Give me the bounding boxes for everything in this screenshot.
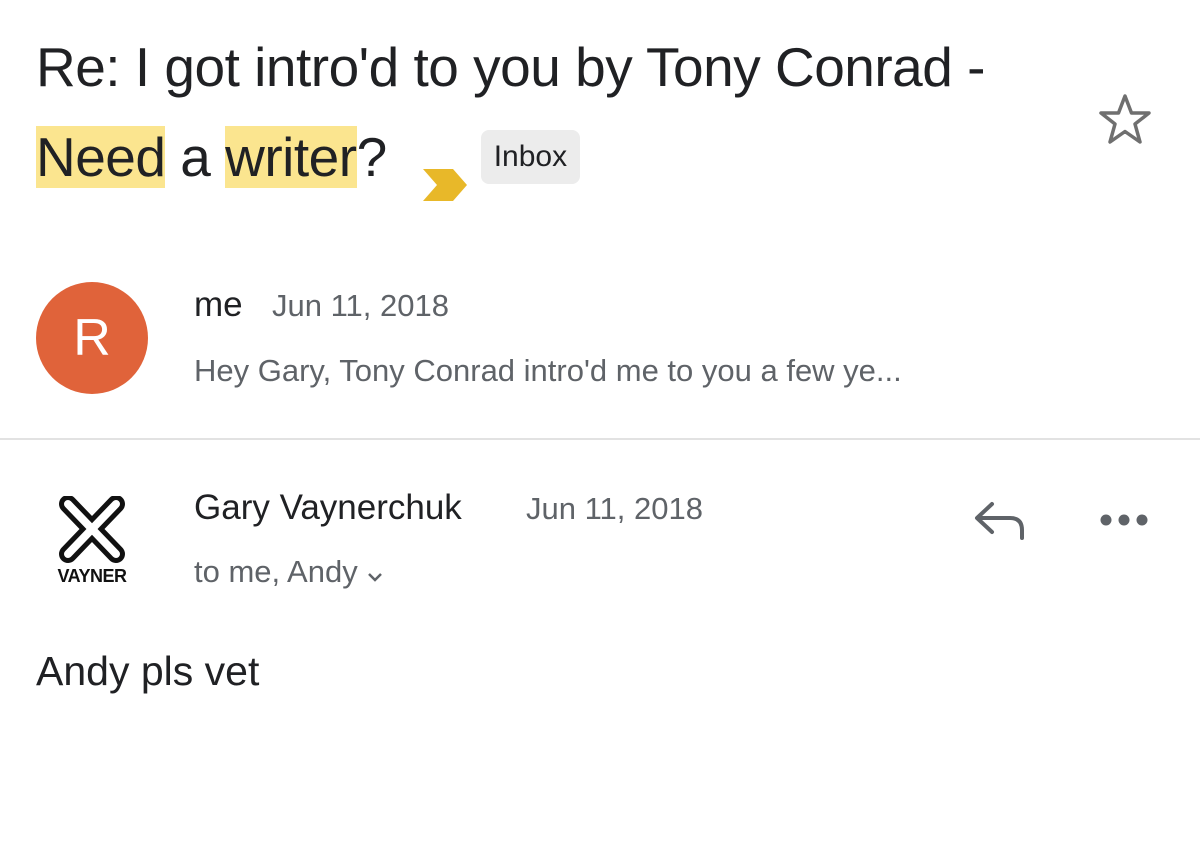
- email-subject: Re: I got intro'd to you by Tony Conrad …: [36, 22, 1066, 202]
- message-collapsed[interactable]: R me Jun 11, 2018 Hey Gary, Tony Conrad …: [0, 260, 1200, 438]
- star-icon[interactable]: [1096, 92, 1154, 148]
- message-date: Jun 11, 2018: [526, 491, 703, 526]
- sender-name: me: [194, 285, 243, 324]
- recipients-toggle[interactable]: to me, Andy: [194, 554, 384, 592]
- subject-text-a: a: [165, 126, 226, 188]
- subject-highlight-need: Need: [36, 126, 166, 188]
- avatar[interactable]: R: [36, 282, 148, 394]
- importance-chevron-icon[interactable]: [421, 139, 469, 202]
- recipients-text: to me, Andy: [194, 554, 358, 589]
- logo-wordmark: VAYNER: [57, 566, 127, 586]
- reply-icon[interactable]: [972, 500, 1030, 542]
- message-body: Andy pls vet: [36, 648, 260, 694]
- message-snippet: Hey Gary, Tony Conrad intro'd me to you …: [194, 353, 902, 388]
- vayner-logo[interactable]: VAYNER: [46, 496, 138, 586]
- subject-question-mark: ?: [356, 126, 388, 188]
- more-horizontal-icon[interactable]: [1098, 510, 1150, 530]
- inbox-label-chip[interactable]: Inbox: [480, 130, 581, 185]
- subject-text: Re: I got intro'd to you by Tony Conrad …: [36, 36, 985, 98]
- message-date: Jun 11, 2018: [272, 288, 449, 323]
- chevron-down-icon[interactable]: [366, 556, 384, 592]
- message-expanded: VAYNER Gary Vaynerchuk Jun 11, 2018 to m…: [0, 440, 1200, 640]
- subject-highlight-writer: writer: [225, 126, 357, 188]
- sender-name[interactable]: Gary Vaynerchuk: [194, 488, 462, 528]
